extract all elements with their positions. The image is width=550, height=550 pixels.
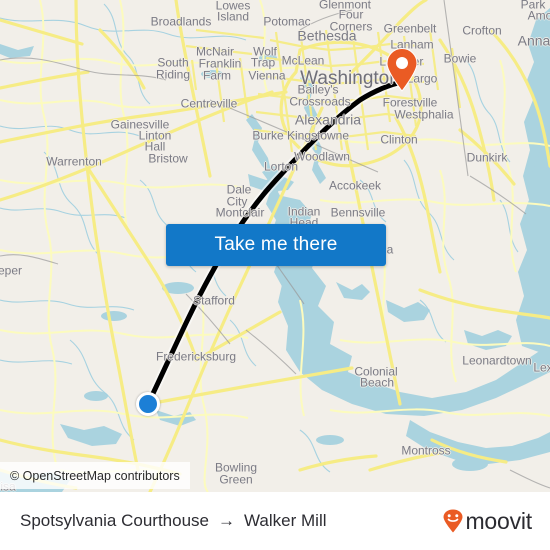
destination-label: Walker Mill — [244, 511, 327, 530]
origin-marker[interactable] — [136, 392, 160, 416]
origin-label: Spotsylvania Courthouse — [20, 511, 210, 530]
route-title: Spotsylvania Courthouse → Walker Mill — [20, 511, 327, 531]
arrow-right-icon: → — [218, 511, 236, 530]
osm-attribution[interactable]: © OpenStreetMap contributors — [0, 462, 190, 489]
map-pin-icon — [386, 47, 418, 92]
moovit-pin-icon — [443, 509, 463, 533]
moovit-wordmark: moovit — [465, 507, 532, 534]
take-me-there-button[interactable]: Take me there — [166, 224, 386, 266]
moovit-logo[interactable]: moovit — [442, 508, 532, 535]
take-me-there-label: Take me there — [214, 234, 338, 255]
bottom-bar: Spotsylvania Courthouse → Walker Mill mo… — [0, 492, 550, 550]
moovit-route-screen: Broadlands Lowes Island Potomac Glenmont Four… — [0, 0, 550, 550]
osm-attribution-text: © OpenStreetMap contributors — [10, 468, 180, 483]
map-canvas[interactable]: Broadlands Lowes Island Potomac Glenmont Four… — [0, 0, 550, 492]
destination-marker[interactable] — [385, 47, 419, 92]
